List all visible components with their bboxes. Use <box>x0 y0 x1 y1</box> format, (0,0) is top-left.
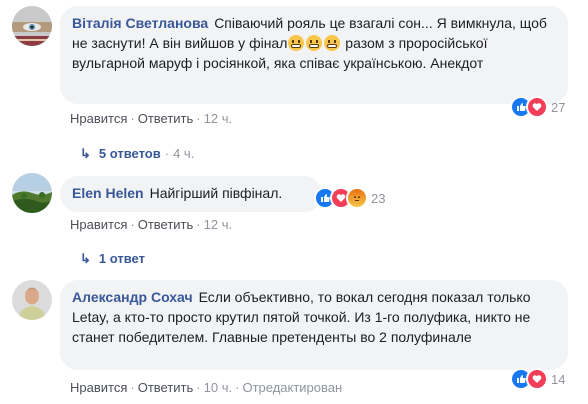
comment-bubble: Elen Helen Найгірший півфінал. <box>60 176 322 212</box>
grinning-face-icon <box>324 35 341 51</box>
replies-time: 4 ч. <box>173 146 195 161</box>
reaction-count: 14 <box>551 371 566 387</box>
angry-reaction-icon <box>346 187 368 209</box>
reaction-summary[interactable]: 14 <box>510 368 565 390</box>
grinning-face-icon <box>306 35 323 51</box>
comment-actions: Нравится · Ответить · 12 ч. <box>70 111 233 126</box>
comment-author[interactable]: Александр Сохач <box>72 289 193 305</box>
comment: Александр Сохач Если объективно, то вокал… <box>0 272 588 404</box>
reaction-count: 27 <box>551 99 566 115</box>
avatar[interactable] <box>12 280 52 320</box>
comment-author[interactable]: Elen Helen <box>72 185 144 201</box>
comment-author[interactable]: Віталія Светланова <box>72 15 208 31</box>
comment-text: Найгірший півфінал. <box>149 185 283 201</box>
like-link[interactable]: Нравится <box>70 380 127 395</box>
replies-count[interactable]: 1 ответ <box>99 251 145 266</box>
avatar[interactable] <box>12 6 52 46</box>
like-link[interactable]: Нравится <box>70 111 127 126</box>
comment-time[interactable]: 12 ч. <box>204 111 232 126</box>
comment-actions: Нравится · Ответить · 10 ч. · Отредактирован <box>70 380 343 395</box>
view-replies[interactable]: ↳ 1 ответ <box>80 251 145 267</box>
reply-arrow-icon: ↳ <box>80 146 91 161</box>
reaction-summary[interactable]: 23 <box>314 187 385 209</box>
edited-label[interactable]: Отредактирован <box>242 380 342 395</box>
comment-actions: Нравится · Ответить · 12 ч. <box>70 217 233 232</box>
comment: Elen Helen Найгірший півфінал. 23 Нравитс… <box>0 170 588 270</box>
reply-link[interactable]: Ответить <box>138 380 194 395</box>
reply-link[interactable]: Ответить <box>138 111 194 126</box>
reply-arrow-icon: ↳ <box>80 251 91 266</box>
view-replies[interactable]: ↳ 5 ответов · 4 ч. <box>80 146 194 162</box>
replies-count[interactable]: 5 ответов <box>99 146 161 161</box>
reaction-count: 23 <box>371 190 386 206</box>
grinning-face-icon <box>288 35 305 51</box>
love-reaction-icon <box>526 368 548 390</box>
like-link[interactable]: Нравится <box>70 217 127 232</box>
reaction-summary[interactable]: 27 <box>510 96 565 118</box>
love-reaction-icon <box>526 96 548 118</box>
comment-bubble: Александр Сохач Если объективно, то вокал… <box>60 280 568 370</box>
comment-bubble: Віталія Светланова Співаючий рояль це вза… <box>60 6 568 104</box>
comment-time[interactable]: 10 ч. <box>204 380 232 395</box>
comment-time[interactable]: 12 ч. <box>204 217 232 232</box>
avatar[interactable] <box>12 173 52 213</box>
reply-link[interactable]: Ответить <box>138 217 194 232</box>
comment: Віталія Светланова Співаючий рояль це вза… <box>0 0 588 170</box>
